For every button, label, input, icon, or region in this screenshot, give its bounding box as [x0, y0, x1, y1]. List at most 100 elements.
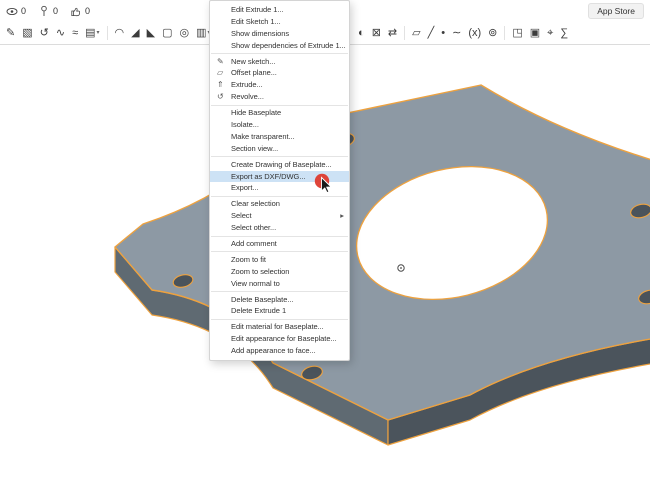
menu-item-delete-baseplate[interactable]: Delete Baseplate...	[210, 294, 349, 306]
menu-item-new-sketch[interactable]: ✎ New sketch...	[210, 56, 349, 68]
menu-item-label: Show dimensions	[231, 28, 290, 38]
menu-item-label: Add comment	[231, 239, 277, 249]
tool-curve[interactable]: ∼	[452, 23, 461, 43]
menu-item-label: Offset plane...	[231, 68, 277, 78]
menu-item-label: Select other...	[231, 223, 277, 233]
tool-plane[interactable]: ▱	[412, 23, 420, 43]
menu-item-edit-extrude[interactable]: Edit Extrude 1...	[210, 4, 349, 16]
forks-badge[interactable]: 0	[38, 5, 58, 17]
tool-axis[interactable]: ╱	[428, 23, 435, 43]
menu-item-edit-material[interactable]: Edit material for Baseplate...	[210, 321, 349, 333]
menu-item-label: Isolate...	[231, 120, 259, 130]
menu-item-export[interactable]: Export...	[210, 182, 349, 194]
tool-thicken[interactable]: ▤	[85, 23, 99, 43]
menu-item-select-other[interactable]: Select other...	[210, 222, 349, 234]
menu-item-label: Export as DXF/DWG...	[231, 171, 306, 181]
tool-revolve[interactable]: ↺	[40, 23, 49, 43]
menu-item-show-dimensions[interactable]: Show dimensions	[210, 28, 349, 40]
tool-fill-surface[interactable]: ◐	[358, 23, 365, 43]
views-icon	[6, 7, 18, 15]
menu-item-label: Delete Baseplate...	[231, 294, 294, 304]
tool-variable[interactable]: (x)	[468, 23, 481, 43]
new-sketch-icon: ✎	[217, 56, 224, 66]
extrude-icon: ⇑	[217, 80, 224, 90]
menu-item-label: Edit material for Baseplate...	[231, 322, 324, 332]
menu-item-delete-extrude[interactable]: Delete Extrude 1	[210, 305, 349, 317]
menu-item-label: Edit Sketch 1...	[231, 16, 281, 26]
menu-item-label: Delete Extrude 1	[231, 306, 287, 316]
tool-draft[interactable]: ◣	[147, 23, 155, 43]
menu-item-revolve[interactable]: ↺ Revolve...	[210, 91, 349, 103]
tool-tap[interactable]: ⊚	[488, 23, 497, 43]
menu-item-label: Section view...	[231, 143, 279, 153]
tool-delete-face[interactable]: ⊠	[372, 23, 381, 43]
menu-separator	[211, 53, 348, 55]
menu-separator	[211, 291, 348, 293]
menu-item-export-dxf-dwg[interactable]: Export as DXF/DWG...	[210, 170, 349, 183]
menu-item-clear-selection[interactable]: Clear selection	[210, 198, 349, 210]
menu-item-label: Extrude...	[231, 80, 263, 90]
likes-count: 0	[85, 6, 91, 16]
menu-item-zoom-to-fit[interactable]: Zoom to fit	[210, 254, 349, 266]
likes-badge[interactable]: 0	[70, 5, 90, 17]
menu-item-label: Create Drawing of Baseplate...	[231, 159, 332, 169]
thumbs-up-icon	[71, 7, 81, 17]
offset-plane-icon: ▱	[217, 68, 224, 78]
toolbar-separator	[404, 26, 406, 40]
menu-item-label: View normal to	[231, 278, 280, 288]
menu-separator	[211, 104, 348, 106]
menu-item-add-appearance-to-face[interactable]: Add appearance to face...	[210, 345, 349, 357]
menu-item-add-comment[interactable]: Add comment	[210, 238, 349, 250]
menu-item-label: Make transparent...	[231, 131, 295, 141]
context-menu: Edit Extrude 1... Edit Sketch 1... Show …	[209, 0, 350, 362]
menu-separator	[211, 156, 348, 158]
tool-fillet[interactable]: ◠	[115, 23, 125, 43]
menu-item-label: Export...	[231, 183, 259, 193]
menu-item-label: Select	[231, 211, 252, 221]
tool-hole[interactable]: ◎	[179, 23, 189, 43]
menu-item-zoom-to-selection[interactable]: Zoom to selection	[210, 266, 349, 278]
menu-item-label: Edit Extrude 1...	[231, 5, 284, 14]
views-count: 0	[21, 6, 27, 16]
menu-item-edit-appearance[interactable]: Edit appearance for Baseplate...	[210, 333, 349, 345]
menu-item-label: Edit appearance for Baseplate...	[231, 334, 337, 344]
menu-item-offset-plane[interactable]: ▱ Offset plane...	[210, 67, 349, 79]
pin-icon	[41, 5, 47, 16]
tool-extrude[interactable]: ▧	[22, 23, 32, 43]
menu-item-view-normal-to[interactable]: View normal to	[210, 278, 349, 290]
tool-sheet-metal[interactable]: ◳	[512, 23, 522, 43]
tool-shell[interactable]: ▢	[162, 23, 172, 43]
menu-item-create-drawing[interactable]: Create Drawing of Baseplate...	[210, 159, 349, 171]
tool-replace-face[interactable]: ⇄	[388, 23, 397, 43]
menu-item-isolate[interactable]: Isolate...	[210, 119, 349, 131]
app-store-button[interactable]: App Store	[588, 3, 644, 19]
tool-sketch[interactable]: ✎	[6, 23, 15, 43]
tool-frame[interactable]: ▣	[530, 23, 540, 43]
forks-count: 0	[53, 6, 59, 16]
menu-separator	[211, 251, 348, 253]
tool-chamfer[interactable]: ◢	[131, 23, 139, 43]
menu-item-hide-baseplate[interactable]: Hide Baseplate	[210, 107, 349, 119]
menu-separator	[211, 235, 348, 237]
menu-item-label: Add appearance to face...	[231, 346, 316, 356]
tool-measure[interactable]: ⌖	[547, 23, 553, 43]
menu-item-show-dependencies[interactable]: Show dependencies of Extrude 1...	[210, 40, 349, 52]
tool-sweep[interactable]: ∿	[56, 23, 65, 43]
menu-item-edit-sketch[interactable]: Edit Sketch 1...	[210, 16, 349, 28]
menu-item-label: Zoom to selection	[231, 266, 290, 276]
tool-point[interactable]: •	[441, 23, 445, 43]
revolve-icon: ↺	[217, 92, 224, 102]
toolbar-separator	[106, 26, 108, 40]
tool-loft[interactable]: ≈	[72, 23, 78, 43]
menu-item-label: Revolve...	[231, 92, 264, 102]
tool-mass-properties[interactable]: ∑	[560, 23, 568, 43]
views-badge[interactable]: 0	[6, 6, 26, 17]
menu-item-section-view[interactable]: Section view...	[210, 143, 349, 155]
menu-item-extrude[interactable]: ⇑ Extrude...	[210, 79, 349, 91]
menu-item-make-transparent[interactable]: Make transparent...	[210, 131, 349, 143]
menu-separator	[211, 318, 348, 320]
menu-item-select[interactable]: Select	[210, 210, 349, 222]
toolbar-separator	[504, 26, 506, 40]
menu-item-label: Show dependencies of Extrude 1...	[231, 40, 346, 50]
menu-item-label: Hide Baseplate	[231, 108, 282, 118]
